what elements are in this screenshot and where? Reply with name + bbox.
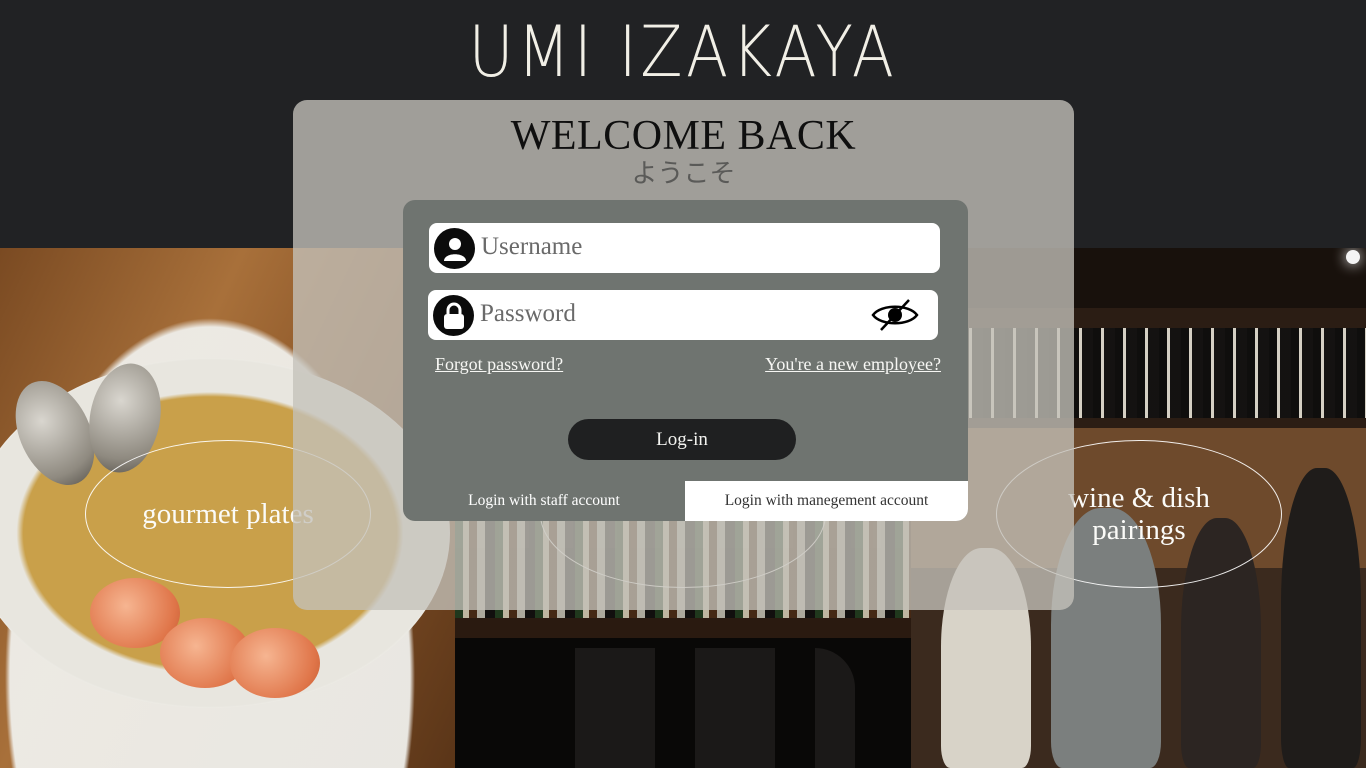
new-employee-link[interactable]: You're a new employee? — [765, 353, 941, 375]
login-button[interactable]: Log-in — [568, 419, 796, 460]
welcome-title: WELCOME BACK — [510, 113, 857, 159]
tab-staff-account[interactable]: Login with staff account — [403, 481, 685, 521]
user-icon — [434, 228, 475, 269]
eye-off-icon[interactable] — [870, 296, 920, 334]
lock-icon — [433, 295, 474, 336]
forgot-password-link[interactable]: Forgot password? — [435, 353, 563, 375]
caption-label: gourmet plates — [142, 498, 314, 530]
welcome-subtitle: ようこそ — [631, 159, 736, 189]
username-input[interactable] — [481, 227, 861, 267]
username-field — [429, 223, 940, 273]
password-field — [428, 290, 938, 340]
password-input[interactable] — [480, 294, 860, 334]
brand-logo: UMI IZAKAYA — [468, 11, 898, 93]
tab-management-account[interactable]: Login with manegement account — [685, 481, 968, 521]
